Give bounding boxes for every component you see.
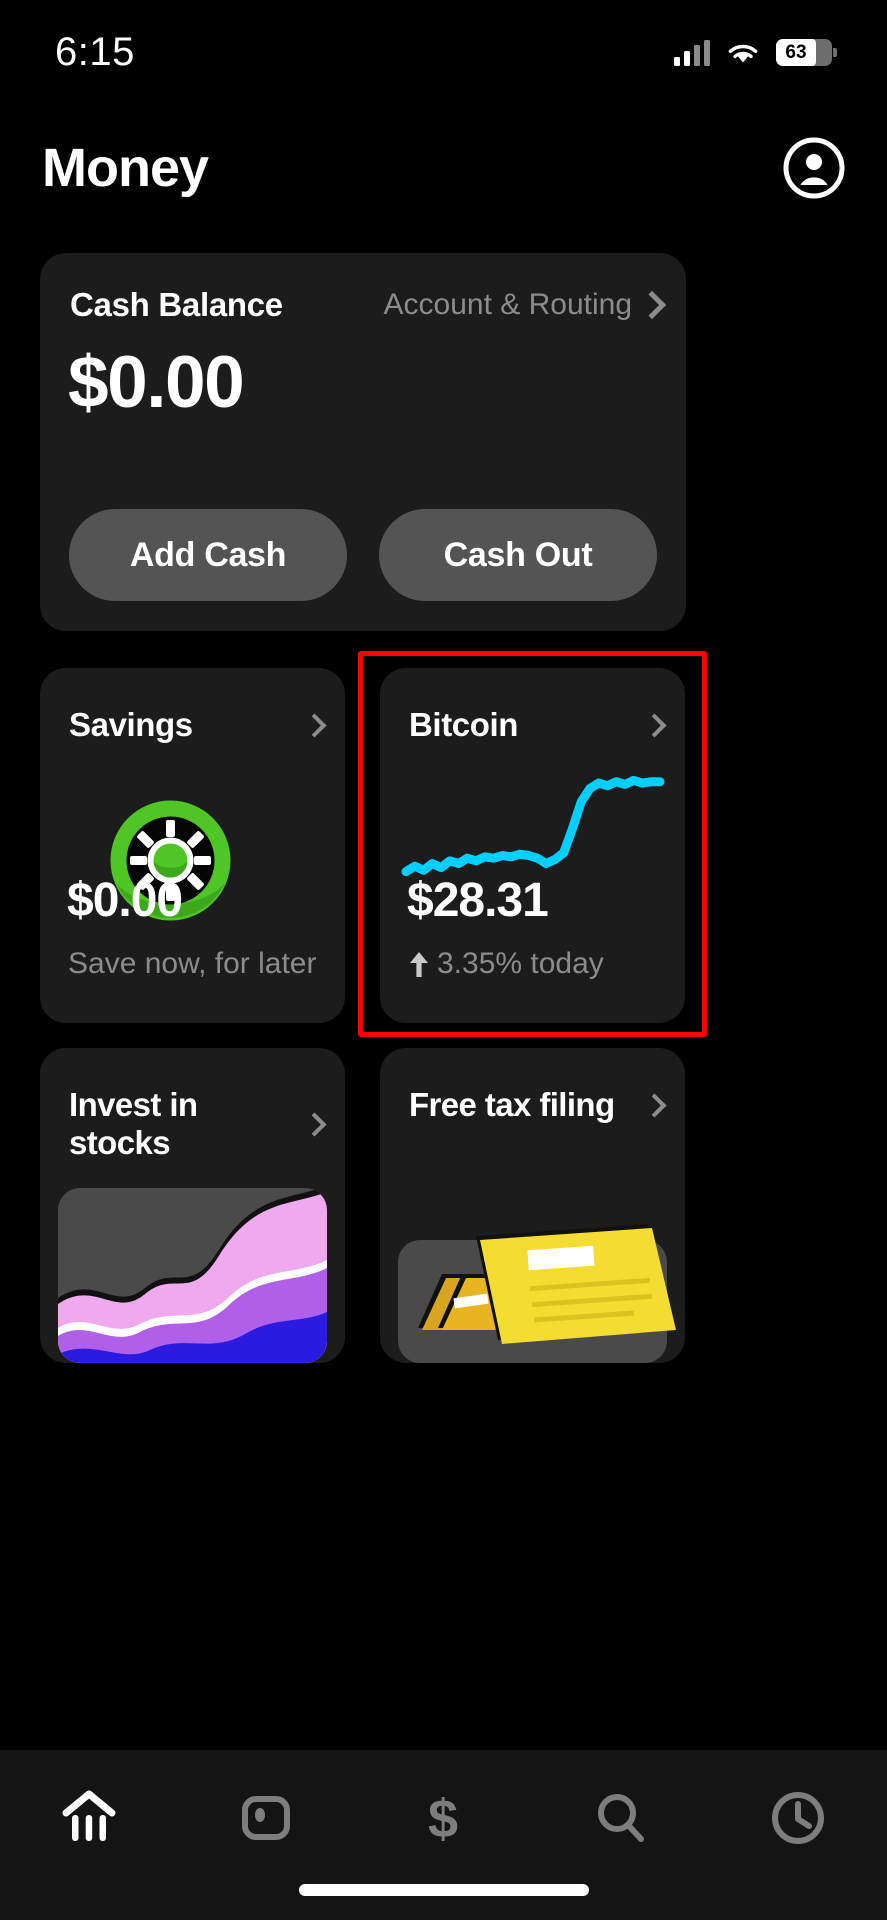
account-avatar-icon[interactable] xyxy=(783,137,845,199)
status-bar-time: 6:15 xyxy=(55,30,135,74)
tab-card[interactable] xyxy=(211,1778,321,1858)
bitcoin-change-text: 3.35% today xyxy=(437,947,604,980)
savings-title: Savings xyxy=(69,706,193,743)
search-icon xyxy=(597,1794,644,1842)
cash-balance-amount: $0.00 xyxy=(68,342,245,423)
savings-card-header: Savings xyxy=(69,706,327,744)
cash-card-header: Cash Balance Account & Routing xyxy=(70,286,667,324)
cellular-signal-icon xyxy=(674,39,710,66)
bitcoin-card-header: Bitcoin xyxy=(409,706,667,744)
invest-in-stocks-card[interactable]: Invest in stocks xyxy=(40,1048,345,1363)
chevron-right-icon xyxy=(302,1111,327,1137)
money-home-icon xyxy=(62,1790,116,1841)
page-title: Money xyxy=(42,137,209,198)
card-icon xyxy=(242,1796,291,1840)
savings-subtitle: Save now, for later xyxy=(68,947,317,980)
stocks-wave-art xyxy=(58,1188,327,1363)
money-screen: 6:15 63 Money Cash Balance Account & Rou… xyxy=(0,0,887,1920)
account-routing-link[interactable]: Account & Routing xyxy=(383,288,667,322)
bitcoin-change: 3.35% today xyxy=(408,947,604,981)
stocks-card-header: Invest in stocks xyxy=(69,1086,327,1162)
wifi-icon xyxy=(728,44,758,62)
dollar-payments-icon: $ xyxy=(428,1789,458,1849)
chevron-right-icon xyxy=(302,712,327,738)
arrow-up-icon xyxy=(410,952,428,977)
status-bar-indicators: 63 xyxy=(674,39,837,66)
status-bar: 6:15 63 xyxy=(0,0,887,105)
tab-activity[interactable] xyxy=(743,1778,853,1858)
savings-card[interactable]: Savings $0.00 Save now, for later xyxy=(40,668,345,1023)
chevron-right-icon xyxy=(642,712,667,738)
cash-out-button[interactable]: Cash Out xyxy=(379,509,657,601)
cash-balance-card[interactable]: Cash Balance Account & Routing $0.00 Add… xyxy=(40,253,686,631)
bitcoin-title: Bitcoin xyxy=(409,706,519,743)
stocks-title: Invest in stocks xyxy=(69,1086,198,1161)
activity-clock-icon xyxy=(772,1792,825,1844)
tab-payments[interactable]: $ xyxy=(388,1778,498,1858)
tax-documents-art xyxy=(398,1224,676,1363)
svg-text:$: $ xyxy=(428,1789,458,1849)
cash-actions: Add Cash Cash Out xyxy=(69,509,657,601)
chevron-right-icon xyxy=(637,290,667,320)
tab-search[interactable] xyxy=(566,1778,676,1858)
page-header: Money xyxy=(0,120,887,215)
cash-balance-label: Cash Balance xyxy=(70,286,283,323)
bitcoin-amount: $28.31 xyxy=(407,874,549,927)
battery-percent-label: 63 xyxy=(785,41,807,63)
chevron-right-icon xyxy=(642,1092,667,1118)
battery-icon: 63 xyxy=(776,39,837,66)
add-cash-button[interactable]: Add Cash xyxy=(69,509,347,601)
tax-card-header: Free tax filing xyxy=(409,1086,667,1124)
bitcoin-card[interactable]: Bitcoin $28.31 3.35% today xyxy=(380,668,685,1023)
account-routing-label: Account & Routing xyxy=(383,288,632,321)
home-indicator xyxy=(298,1884,589,1896)
tab-money-home[interactable] xyxy=(34,1778,144,1858)
tax-title: Free tax filing xyxy=(409,1086,615,1123)
savings-amount: $0.00 xyxy=(67,874,183,927)
free-tax-filing-card[interactable]: Free tax filing xyxy=(380,1048,685,1363)
